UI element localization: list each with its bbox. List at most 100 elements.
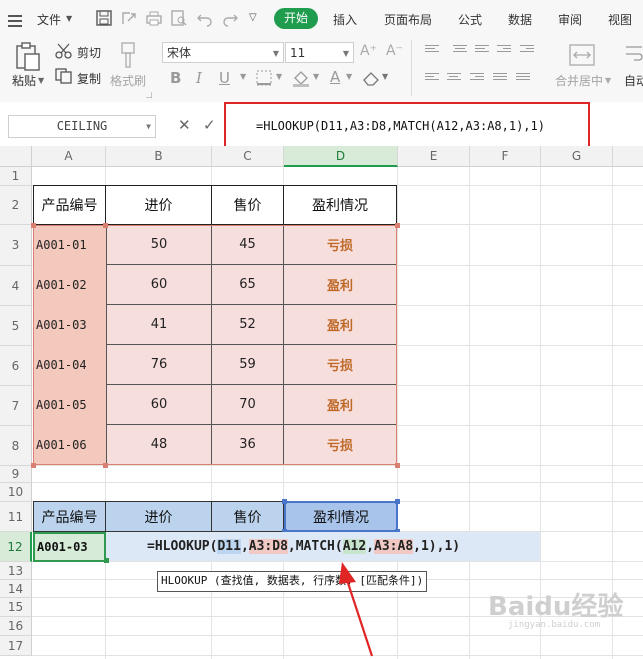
row-header-14[interactable]: 14 xyxy=(0,580,32,598)
profit-status-cell[interactable]: 盈利 xyxy=(284,265,397,305)
profit-status-cell[interactable]: 亏损 xyxy=(284,425,397,465)
row-header-4[interactable]: 4 xyxy=(0,266,32,306)
undo-icon[interactable] xyxy=(196,9,214,27)
table-header-profit[interactable]: 盈利情况 xyxy=(284,185,397,225)
tab-page-layout[interactable]: 页面布局 xyxy=(384,11,432,28)
table-header-price[interactable]: 售价 xyxy=(212,185,284,225)
column-header-a[interactable]: A xyxy=(32,146,106,167)
price-cell[interactable]: 52 xyxy=(212,305,284,345)
table-header-code[interactable]: 产品编号 xyxy=(33,185,106,225)
paste-dropdown-icon[interactable]: ▼ xyxy=(38,76,44,85)
column-header-e[interactable]: E xyxy=(398,146,470,167)
profit-status-cell[interactable]: 盈利 xyxy=(284,305,397,345)
row-header-2[interactable]: 2 xyxy=(0,186,32,225)
format-painter-button[interactable]: 格式刷 xyxy=(110,72,146,89)
tab-home[interactable]: 开始 xyxy=(274,8,318,29)
cost-cell[interactable]: 48 xyxy=(106,425,212,465)
clear-dropdown-icon[interactable]: ▼ xyxy=(382,72,388,81)
align-top-icon[interactable] xyxy=(425,45,439,57)
align-center-icon[interactable] xyxy=(447,73,461,85)
export-icon[interactable] xyxy=(120,9,138,27)
row-header-11[interactable]: 11 xyxy=(0,502,32,532)
confirm-icon[interactable]: ✓ xyxy=(203,116,216,134)
justify-icon[interactable] xyxy=(493,73,507,85)
column-header-d[interactable]: D xyxy=(284,146,398,167)
column-header-c[interactable]: C xyxy=(212,146,284,167)
cost-cell[interactable]: 41 xyxy=(106,305,212,345)
column-header-h[interactable] xyxy=(613,146,643,167)
price-cell[interactable]: 59 xyxy=(212,345,284,385)
copy-icon[interactable] xyxy=(55,68,73,84)
cost-cell[interactable]: 60 xyxy=(106,385,212,425)
in-cell-formula[interactable]: =HLOOKUP(D11,A3:D8,MATCH(A12,A3:A8,1),1) xyxy=(147,539,460,554)
border-icon[interactable] xyxy=(256,70,272,86)
lookup-header-code[interactable]: 产品编号 xyxy=(33,501,106,532)
product-code-cell[interactable]: A001-06 xyxy=(33,425,106,465)
increase-font-icon[interactable]: A⁺ xyxy=(360,43,377,59)
row-header-5[interactable]: 5 xyxy=(0,306,32,346)
redo-icon[interactable] xyxy=(221,9,239,27)
product-code-cell[interactable]: A001-02 xyxy=(33,265,106,305)
bold-icon[interactable]: B xyxy=(170,69,181,87)
lookup-input-cell[interactable]: A001-03 xyxy=(33,532,106,562)
lookup-header-profit[interactable]: 盈利情况 xyxy=(284,501,398,532)
format-painter-icon[interactable] xyxy=(118,42,138,70)
border-dropdown-icon[interactable]: ▼ xyxy=(276,72,282,81)
align-bottom-icon[interactable] xyxy=(475,45,489,57)
cancel-icon[interactable]: ✕ xyxy=(178,116,191,134)
align-left-icon[interactable] xyxy=(425,73,439,85)
product-code-cell[interactable]: A001-03 xyxy=(33,305,106,345)
product-code-cell[interactable]: A001-01 xyxy=(33,225,106,265)
italic-icon[interactable]: I xyxy=(196,69,202,87)
profit-status-cell[interactable]: 亏损 xyxy=(284,345,397,385)
font-name-select[interactable]: 宋体 ▼ xyxy=(162,42,284,63)
fill-dropdown-icon[interactable]: ▼ xyxy=(313,72,319,81)
paste-icon[interactable] xyxy=(14,42,42,72)
tab-review[interactable]: 审阅 xyxy=(558,11,582,28)
dialog-launcher-icon[interactable] xyxy=(146,92,152,98)
tab-insert[interactable]: 插入 xyxy=(333,11,357,28)
profit-status-cell[interactable]: 亏损 xyxy=(284,225,397,265)
print-icon[interactable] xyxy=(145,9,163,27)
cost-cell[interactable]: 60 xyxy=(106,265,212,305)
range-handle[interactable] xyxy=(31,463,36,468)
column-header-f[interactable]: F xyxy=(470,146,541,167)
lookup-header-price[interactable]: 售价 xyxy=(212,501,284,532)
row-header-16[interactable]: 16 xyxy=(0,617,32,636)
spreadsheet-grid[interactable]: A B C D E F G 1 2 3 4 5 6 7 8 9 10 11 12… xyxy=(0,146,643,659)
table-header-cost[interactable]: 进价 xyxy=(106,185,212,225)
underline-icon[interactable]: U xyxy=(219,69,230,87)
range-handle[interactable] xyxy=(31,223,36,228)
price-cell[interactable]: 36 xyxy=(212,425,284,465)
cost-cell[interactable]: 50 xyxy=(106,225,212,265)
save-icon[interactable] xyxy=(95,9,113,27)
column-header-b[interactable]: B xyxy=(106,146,212,167)
product-code-cell[interactable]: A001-05 xyxy=(33,385,106,425)
merge-dropdown-icon[interactable]: ▼ xyxy=(605,76,611,85)
merge-center-button[interactable]: 合并居中 xyxy=(555,72,603,89)
indent-increase-icon[interactable] xyxy=(520,45,534,57)
font-size-select[interactable]: 11 ▼ xyxy=(285,42,354,63)
range-handle[interactable] xyxy=(395,499,400,504)
row-header-13[interactable]: 13 xyxy=(0,562,32,580)
tab-view[interactable]: 视图 xyxy=(608,11,632,28)
lookup-header-cost[interactable]: 进价 xyxy=(106,501,212,532)
row-header-1[interactable]: 1 xyxy=(0,167,32,186)
formula-input[interactable]: =HLOOKUP(D11,A3:D8,MATCH(A12,A3:A8,1),1) xyxy=(256,119,545,133)
price-cell[interactable]: 70 xyxy=(212,385,284,425)
hamburger-menu-icon[interactable] xyxy=(8,12,22,31)
row-header-12[interactable]: 12 xyxy=(0,532,32,562)
scissors-icon[interactable] xyxy=(55,43,73,59)
align-right-icon[interactable] xyxy=(470,73,484,85)
product-code-cell[interactable]: A001-04 xyxy=(33,345,106,385)
cut-button[interactable]: 剪切 xyxy=(77,44,101,61)
row-header-17[interactable]: 17 xyxy=(0,636,32,656)
font-color-dropdown-icon[interactable]: ▼ xyxy=(346,72,352,81)
select-all-corner[interactable] xyxy=(0,146,32,167)
merge-center-icon[interactable] xyxy=(569,44,595,66)
range-handle[interactable] xyxy=(395,223,400,228)
tab-formulas[interactable]: 公式 xyxy=(458,11,482,28)
row-header-3[interactable]: 3 xyxy=(0,225,32,266)
wrap-text-icon[interactable] xyxy=(625,44,643,66)
decrease-font-icon[interactable]: A⁻ xyxy=(386,43,403,59)
